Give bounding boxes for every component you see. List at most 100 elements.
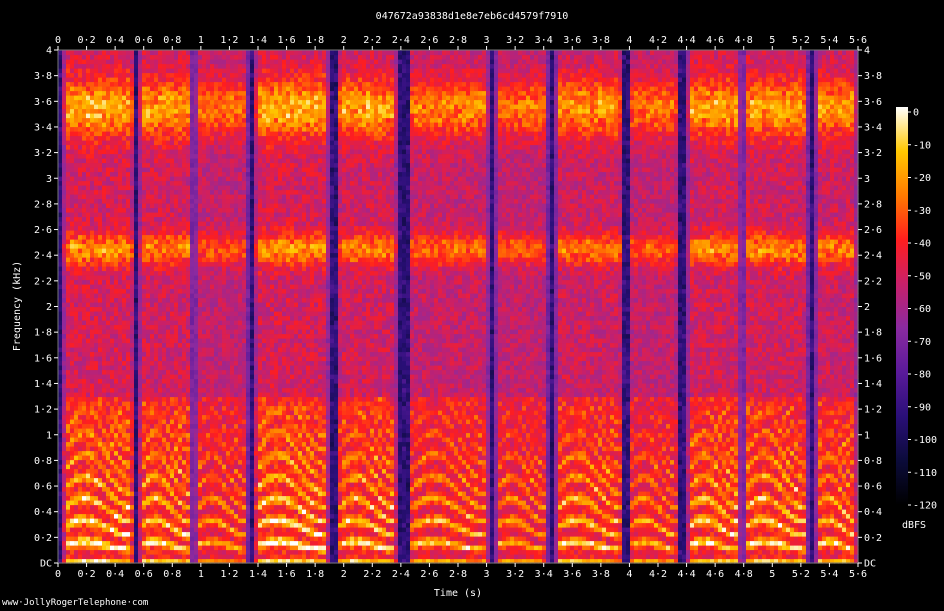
spectrogram-cell — [170, 252, 175, 258]
spectrogram-cell — [130, 464, 135, 470]
spectrogram-cell — [150, 405, 155, 411]
spectrogram-cell — [214, 329, 219, 335]
spectrogram-cell — [174, 473, 179, 479]
spectrogram-cell — [222, 302, 227, 308]
spectrogram-cell — [190, 162, 195, 168]
spectrogram-cell — [218, 77, 223, 83]
spectrogram-cell — [66, 554, 71, 560]
spectrogram-cell — [182, 347, 187, 353]
spectrogram-cell — [226, 414, 231, 420]
spectrogram-cell — [178, 117, 183, 123]
spectrogram-cell — [106, 378, 111, 384]
spectrogram-cell — [230, 324, 235, 330]
spectrogram-cell — [74, 252, 79, 258]
spectrogram-cell — [134, 99, 139, 105]
spectrogram-cell — [118, 288, 123, 294]
spectrogram-cell — [214, 374, 219, 380]
spectrogram-cell — [214, 311, 219, 317]
spectrogram-cell — [218, 162, 223, 168]
spectrogram-cell — [106, 536, 111, 542]
spectrogram-cell — [170, 374, 175, 380]
spectrogram-cell — [230, 500, 235, 506]
spectrogram-cell — [122, 495, 127, 501]
spectrogram-cell — [134, 54, 139, 60]
spectrogram-cell — [126, 315, 131, 321]
spectrogram-cell — [102, 387, 107, 393]
spectrogram-cell — [202, 176, 207, 182]
spectrogram-cell — [90, 63, 95, 69]
spectrogram-cell — [206, 554, 211, 560]
spectrogram-cell — [190, 320, 195, 326]
spectrogram-cell — [186, 266, 191, 272]
spectrogram-cell — [130, 446, 135, 452]
spectrogram-cell — [178, 432, 183, 438]
spectrogram-cell — [154, 275, 159, 281]
spectrogram-cell — [186, 410, 191, 416]
spectrogram-cell — [154, 59, 159, 65]
spectrogram-cell — [222, 477, 227, 483]
spectrogram-cell — [126, 99, 131, 105]
spectrogram-cell — [58, 63, 63, 69]
spectrogram-cell — [178, 486, 183, 492]
spectrogram-cell — [110, 545, 115, 551]
spectrogram-cell — [114, 374, 119, 380]
spectrogram-cell — [122, 441, 127, 447]
spectrogram-cell — [110, 131, 115, 137]
spectrogram-cell — [146, 86, 151, 92]
spectrogram-cell — [66, 243, 71, 249]
spectrogram-cell — [70, 225, 75, 231]
spectrogram-cell — [182, 360, 187, 366]
spectrogram-cell — [150, 230, 155, 236]
spectrogram-cell — [106, 360, 111, 366]
spectrogram-cell — [134, 500, 139, 506]
spectrogram-cell — [186, 513, 191, 519]
spectrogram-cell — [150, 252, 155, 258]
spectrogram-cell — [206, 504, 211, 510]
spectrogram-cell — [118, 212, 123, 218]
spectrogram-cell — [90, 518, 95, 524]
spectrogram-cell — [170, 387, 175, 393]
spectrogram-cell — [174, 54, 179, 60]
spectrogram-cell — [222, 77, 227, 83]
spectrogram-cell — [122, 176, 127, 182]
spectrogram-cell — [78, 446, 83, 452]
spectrogram-cell — [170, 131, 175, 137]
spectrogram-cell — [58, 531, 63, 537]
spectrogram-cell — [138, 464, 143, 470]
spectrogram-cell — [158, 122, 163, 128]
spectrogram-cell — [82, 531, 87, 537]
spectrogram-cell — [146, 77, 151, 83]
spectrogram-cell — [222, 549, 227, 555]
spectrogram-cell — [110, 270, 115, 276]
spectrogram-cell — [126, 504, 131, 510]
spectrogram-cell — [66, 149, 71, 155]
spectrogram-cell — [90, 189, 95, 195]
spectrogram-cell — [130, 288, 135, 294]
spectrogram-cell — [194, 545, 199, 551]
spectrogram-cell — [86, 266, 91, 272]
spectrogram-cell — [106, 482, 111, 488]
spectrogram-cell — [190, 90, 195, 96]
spectrogram-cell — [102, 248, 107, 254]
spectrogram-cell — [86, 207, 91, 213]
spectrogram-cell — [66, 320, 71, 326]
spectrogram-cell — [82, 99, 87, 105]
spectrogram-cell — [106, 549, 111, 555]
spectrogram-cell — [230, 405, 235, 411]
spectrogram-cell — [174, 108, 179, 114]
spectrogram-cell — [114, 162, 119, 168]
spectrogram-cell — [186, 554, 191, 560]
spectrogram-cell — [170, 333, 175, 339]
spectrogram-cell — [162, 185, 167, 191]
spectrogram-cell — [86, 527, 91, 533]
spectrogram-cell — [90, 126, 95, 132]
spectrogram-cell — [82, 113, 87, 119]
spectrogram-cell — [154, 437, 159, 443]
spectrogram-cell — [146, 468, 151, 474]
spectrogram-cell — [174, 396, 179, 402]
spectrogram-cell — [226, 293, 231, 299]
spectrogram-cell — [186, 419, 191, 425]
spectrogram-cell — [118, 279, 123, 285]
spectrogram-cell — [194, 108, 199, 114]
spectrogram-cell — [214, 86, 219, 92]
